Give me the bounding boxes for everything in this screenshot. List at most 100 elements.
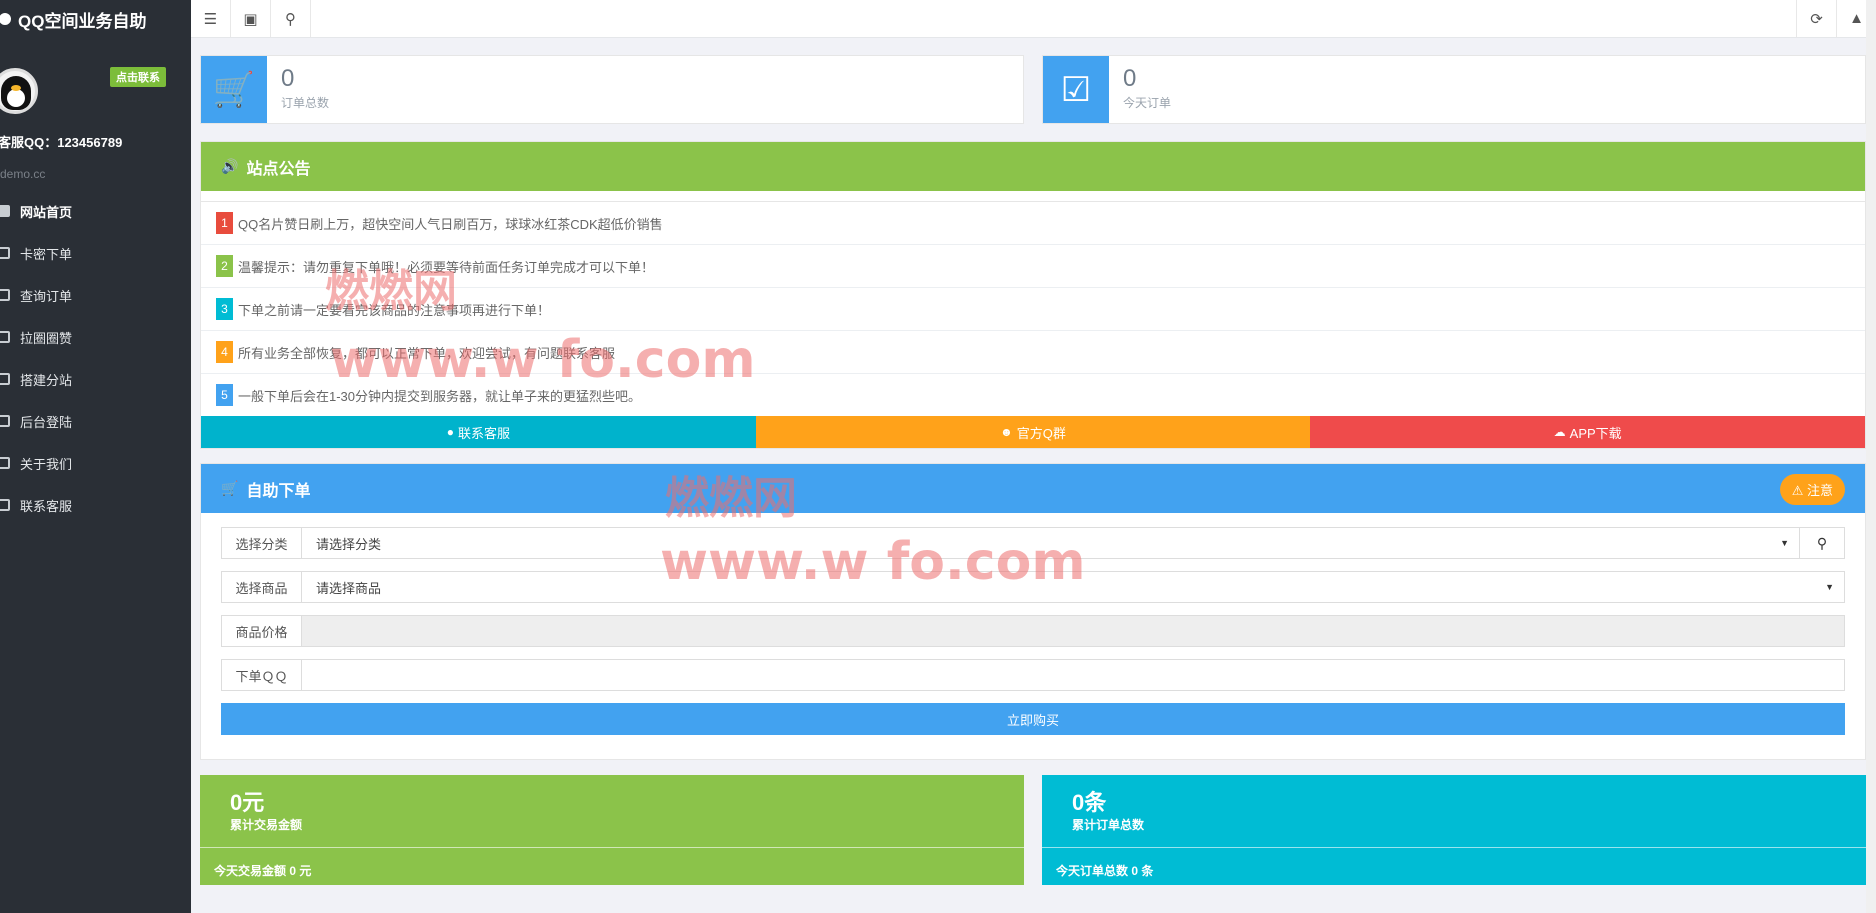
- app-title-text: QQ空间业务自助: [18, 11, 147, 31]
- search-button[interactable]: ⚲: [1800, 527, 1845, 559]
- amount-card: 0元 累计交易金额 今天交易金额 0 元: [200, 775, 1024, 885]
- app-title[interactable]: QQ空间业务自助: [0, 0, 191, 38]
- sidebar-item-label: 查询订单: [20, 288, 73, 304]
- qq-input[interactable]: [302, 659, 1845, 691]
- group-icon: ☻: [1000, 425, 1013, 439]
- search-icon[interactable]: ⚲: [271, 0, 311, 37]
- sidebar-item-home[interactable]: 网站首页: [0, 190, 191, 232]
- service-qq: 客服QQ：123456789: [0, 135, 123, 150]
- count-today: 今天订单总数 0 条: [1056, 864, 1154, 878]
- price-row: 商品价格: [221, 615, 1845, 647]
- product-row: 选择商品 请选择商品 ▼: [221, 571, 1845, 603]
- notice-number: 4: [216, 341, 233, 363]
- qq-logo-icon: [0, 10, 14, 28]
- category-row: 选择分类 请选择分类 ▼ ⚲: [221, 527, 1845, 559]
- site-domain: demo.cc: [0, 167, 46, 181]
- sidebar-item-label: 后台登陆: [20, 414, 73, 430]
- chevron-down-icon: ▼: [1780, 538, 1789, 548]
- circle-icon: [0, 331, 10, 343]
- checkbox-icon: ☑: [1043, 56, 1109, 123]
- orders-today-value: 0: [1123, 65, 1137, 92]
- button-label: 官方Q群: [1016, 425, 1066, 441]
- amount-value: 0元: [230, 790, 265, 815]
- sidebar-item-contact[interactable]: 联系客服: [0, 484, 191, 526]
- order-header: 🛒 自助下单 ⚠ 注意: [201, 464, 1865, 513]
- order-form: 选择分类 请选择分类 ▼ ⚲ 选择商品 请选择商品 ▼ 商品价格 下单ＱＱ 立即…: [201, 513, 1865, 759]
- search-icon: ⚲: [1816, 534, 1828, 551]
- category-value: 请选择分类: [316, 536, 382, 552]
- stat-row: 🛒 0 订单总数 ☑ 0 今天订单: [200, 55, 1866, 124]
- tag-icon: [0, 373, 10, 385]
- notice-title: 站点公告: [246, 160, 311, 178]
- card-icon[interactable]: ▣: [231, 0, 271, 37]
- notice-number: 1: [216, 212, 233, 234]
- orders-total-card: 🛒 0 订单总数: [200, 55, 1024, 124]
- price-field: [302, 615, 1845, 647]
- topbar: ☰ ▣ ⚲ ⟳ ▲: [191, 0, 1876, 38]
- qq-label: 下单ＱＱ: [221, 659, 302, 691]
- cloud-download-icon: ☁: [1553, 425, 1566, 439]
- notice-actions: ● 联系客服 ☻ 官方Q群 ☁ APP下载: [201, 416, 1866, 448]
- qq-row: 下单ＱＱ: [221, 659, 1845, 691]
- notice-header: 🔊 站点公告: [201, 142, 1865, 191]
- totals-row: 0元 累计交易金额 今天交易金额 0 元 0条 累计订单总数 今天订单总数 0 …: [200, 775, 1866, 885]
- notice-item: 3 下单之前请一定要看完该商品的注意事项再进行下单！: [201, 287, 1865, 330]
- notice-text: 一般下单后会在1-30分钟内提交到服务器，就让单子来的更猛烈些吧。: [238, 388, 642, 404]
- orders-total-value: 0: [281, 65, 295, 92]
- product-label: 选择商品: [221, 571, 302, 603]
- orders-today-label: 今天订单: [1123, 96, 1172, 110]
- qq-icon: ●: [446, 425, 454, 439]
- list-icon[interactable]: ☰: [191, 0, 231, 37]
- search-icon: [0, 289, 10, 301]
- sidebar-item-card-order[interactable]: 卡密下单: [0, 232, 191, 274]
- sidebar-item-label: 网站首页: [20, 204, 73, 220]
- contact-service-button[interactable]: ● 联系客服: [201, 416, 756, 448]
- attention-label: 注意: [1806, 483, 1833, 498]
- contact-badge[interactable]: 点击联系: [110, 67, 166, 87]
- notice-text: 温馨提示：请勿重复下单哦！必须要等待前面任务订单完成才可以下单！: [238, 259, 655, 275]
- amount-label: 累计交易金额: [230, 818, 303, 832]
- official-group-button[interactable]: ☻ 官方Q群: [755, 416, 1311, 448]
- sidebar-item-label: 搭建分站: [20, 372, 73, 388]
- notice-number: 2: [216, 255, 233, 277]
- user-icon: [0, 415, 10, 427]
- sidebar-item-query-order[interactable]: 查询订单: [0, 274, 191, 316]
- cart-icon: 🛒: [221, 480, 239, 496]
- notice-text: 所有业务全部恢复，都可以正常下单，欢迎尝试，有问题联系客服: [238, 345, 616, 361]
- sidebar-item-admin-login[interactable]: 后台登陆: [0, 400, 191, 442]
- order-title: 自助下单: [246, 482, 311, 500]
- notice-text: QQ名片赞日刷上万，超快空间人气日刷百万，球球冰红茶CDK超低价销售: [238, 216, 663, 232]
- amount-today: 今天交易金额 0 元: [214, 864, 312, 878]
- app-download-button[interactable]: ☁ APP下载: [1310, 416, 1866, 448]
- scrollbar[interactable]: [1866, 0, 1876, 913]
- button-label: 联系客服: [457, 425, 510, 441]
- avatar: [0, 68, 38, 114]
- attention-button[interactable]: ⚠ 注意: [1779, 474, 1845, 505]
- home-icon: [0, 205, 10, 217]
- notice-item: 2 温馨提示：请勿重复下单哦！必须要等待前面任务订单完成才可以下单！: [201, 244, 1865, 287]
- notice-item: 5 一般下单后会在1-30分钟内提交到服务器，就让单子来的更猛烈些吧。: [201, 373, 1865, 416]
- category-select[interactable]: 请选择分类 ▼: [302, 527, 1800, 559]
- sidebar-item-label: 卡密下单: [20, 246, 73, 262]
- orders-total-label: 订单总数: [281, 96, 330, 110]
- sidebar-item-label: 联系客服: [20, 498, 73, 514]
- notice-item: 1 QQ名片赞日刷上万，超快空间人气日刷百万，球球冰红茶CDK超低价销售: [201, 201, 1865, 244]
- sidebar-item-about[interactable]: 关于我们: [0, 442, 191, 484]
- count-label: 累计订单总数: [1072, 818, 1145, 832]
- profile: 点击联系 客服QQ：123456789: [0, 38, 191, 158]
- speaker-icon: 🔊: [221, 158, 239, 174]
- count-value: 0条: [1072, 790, 1107, 815]
- refresh-icon[interactable]: ⟳: [1796, 0, 1836, 37]
- orders-today-card: ☑ 0 今天订单: [1042, 55, 1866, 124]
- notice-number: 5: [216, 384, 233, 406]
- notice-number: 3: [216, 298, 233, 320]
- price-label: 商品价格: [221, 615, 302, 647]
- card-icon: [0, 247, 10, 259]
- sidebar-item-substation[interactable]: 搭建分站: [0, 358, 191, 400]
- product-select[interactable]: 请选择商品 ▼: [302, 571, 1845, 603]
- sidebar: QQ空间业务自助 点击联系 客服QQ：123456789 demo.cc 网站首…: [0, 0, 191, 913]
- sidebar-item-circle-like[interactable]: 拉圈圈赞: [0, 316, 191, 358]
- notice-list: 1 QQ名片赞日刷上万，超快空间人气日刷百万，球球冰红茶CDK超低价销售 2 温…: [201, 201, 1865, 416]
- count-card: 0条 累计订单总数 今天订单总数 0 条: [1042, 775, 1866, 885]
- buy-now-button[interactable]: 立即购买: [221, 703, 1845, 735]
